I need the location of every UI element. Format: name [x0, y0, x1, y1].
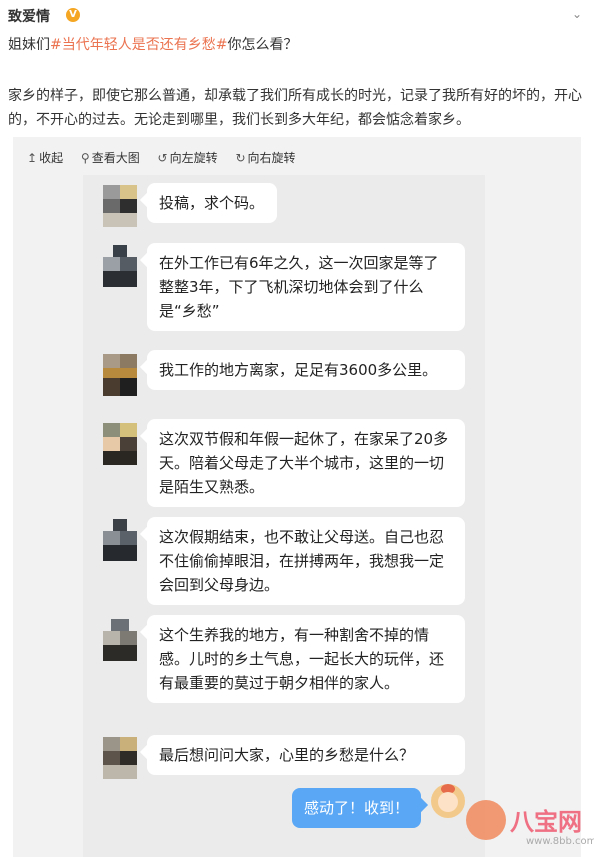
- collapse-icon: ↥: [27, 151, 38, 165]
- watermark: 八宝网 www.8bb.com: [466, 796, 594, 852]
- view-large-label: 查看大图: [91, 151, 140, 165]
- chat-reply-row: 感动了！收到！: [83, 778, 485, 838]
- post-first-line: 姐妹们#当代年轻人是否还有乡愁#你怎么看？: [8, 34, 297, 54]
- collapse-button[interactable]: ↥ 收起: [27, 149, 63, 166]
- message-bubble: 在外工作已有6年之久，这一次回家是等了整整3年，下了飞机深切地体会到了什么是“乡…: [147, 243, 465, 331]
- avatar: [431, 784, 465, 818]
- watermark-brand: 八宝网: [510, 808, 582, 836]
- view-large-button[interactable]: ⚲ 查看大图: [81, 149, 140, 166]
- message-bubble: 投稿，求个码。: [147, 183, 277, 223]
- message-bubble: 这个生养我的地方，有一种割舍不掉的情感。儿时的乡土气息，一起长大的玩伴，还有最重…: [147, 615, 465, 703]
- avatar: [103, 619, 137, 661]
- collapse-label: 收起: [39, 151, 64, 165]
- rotate-left-button[interactable]: ↺ 向左旋转: [158, 149, 218, 166]
- post-prefix: 姐妹们: [8, 37, 50, 53]
- post-suffix: 你怎么看？: [227, 37, 298, 53]
- verified-badge-icon: V: [66, 8, 80, 22]
- avatar: [103, 519, 137, 561]
- watermark-logo-icon: [466, 800, 506, 840]
- message-bubble: 这次双节假和年假一起休了，在家呆了20多天。陪着父母走了大半个城市，这里的一切是…: [147, 419, 465, 507]
- avatar: [103, 423, 137, 465]
- rotate-right-button[interactable]: ↻ 向右旋转: [235, 149, 295, 166]
- post-header: 致爱情 V ⌄: [8, 6, 588, 28]
- hashtag-link[interactable]: #当代年轻人是否还有乡愁#: [50, 37, 227, 53]
- rotate-right-icon: ↻: [235, 151, 246, 165]
- chat-screenshot[interactable]: 投稿，求个码。 在外工作已有6年之久，这一次回家是等了整整3年，下了飞机深切地体…: [83, 175, 485, 857]
- rotate-right-label: 向右旋转: [247, 151, 296, 165]
- search-icon: ⚲: [80, 151, 90, 165]
- avatar: [103, 245, 137, 287]
- message-bubble: 这次假期结束，也不敢让父母送。自己也忍不住偷偷掉眼泪，在拼搏两年，我想我一定会回…: [147, 517, 465, 605]
- message-bubble: 我工作的地方离家，足足有3600多公里。: [147, 350, 465, 390]
- rotate-left-icon: ↺: [157, 151, 168, 165]
- chevron-down-icon[interactable]: ⌄: [570, 8, 584, 22]
- message-bubble: 最后想问问大家，心里的乡愁是什么？: [147, 735, 465, 775]
- avatar: [103, 737, 137, 779]
- author-name[interactable]: 致爱情: [8, 6, 50, 26]
- image-toolbar: ↥ 收起 ⚲ 查看大图 ↺ 向左旋转 ↻ 向右旋转: [27, 149, 310, 166]
- avatar: [103, 354, 137, 396]
- post-body: 家乡的样子，即使它那么普通，却承载了我们所有成长的时光，记录了我所有好的坏的，开…: [8, 88, 582, 128]
- watermark-url: www.8bb.com: [526, 836, 594, 847]
- rotate-left-label: 向左旋转: [169, 151, 218, 165]
- avatar: [103, 185, 137, 227]
- image-viewer: ↥ 收起 ⚲ 查看大图 ↺ 向左旋转 ↻ 向右旋转 投稿，求个码。 在外工作已有6年之久…: [13, 137, 581, 857]
- reply-bubble: 感动了！收到！: [291, 788, 421, 828]
